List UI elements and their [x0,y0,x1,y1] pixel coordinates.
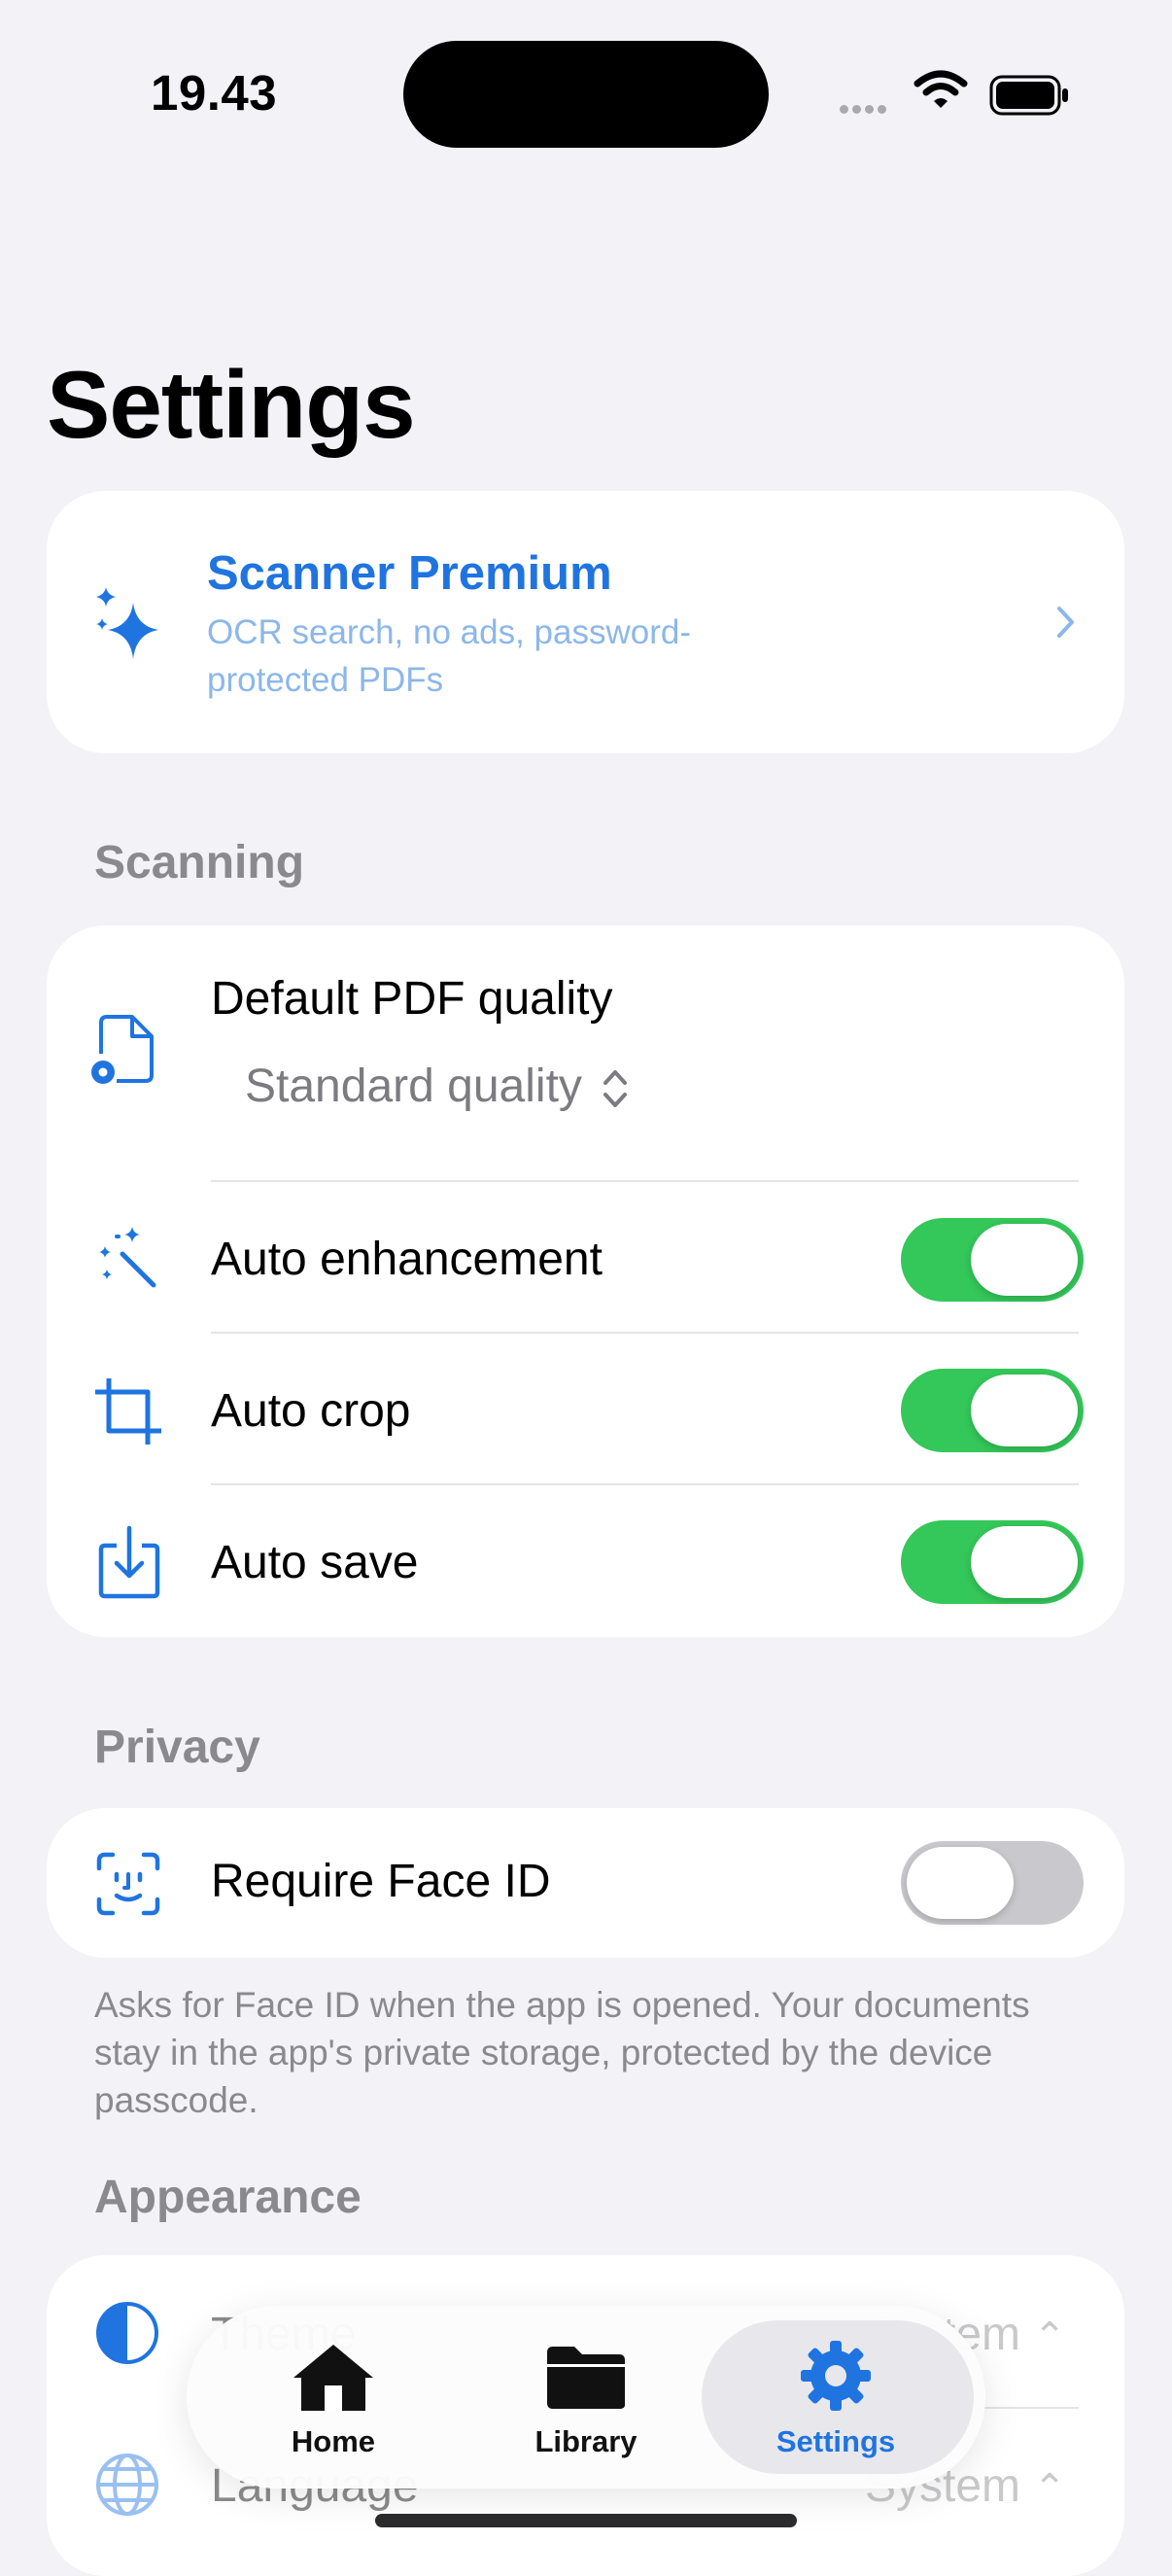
chevron-up-down-icon [603,1070,628,1108]
tab-library[interactable]: Library [489,2333,683,2469]
house-icon [293,2345,373,2411]
magic-wand-icon [99,1227,156,1288]
tab-library-label: Library [534,2424,638,2458]
toggle-knob [971,1224,1078,1296]
auto-save-toggle[interactable] [901,1520,1084,1604]
section-header-appearance: Appearance [94,2172,362,2223]
crop-icon [95,1378,161,1445]
privacy-footnote: Asks for Face ID when the app is opened.… [94,1985,1030,2120]
page-title: Settings [47,351,416,458]
chevron-up-down-icon: ⌃ [1033,2315,1066,2358]
chevron-right-icon [1057,607,1074,638]
toggle-knob [971,1375,1078,1446]
tab-settings[interactable]: Settings [739,2333,933,2469]
folder-icon [547,2347,625,2409]
require-face-id-label: Require Face ID [211,1856,551,1907]
save-download-icon [98,1525,160,1599]
pdf-quality-picker[interactable]: Standard quality [245,1060,630,1113]
toggle-knob [907,1847,1014,1919]
tab-home[interactable]: Home [236,2333,431,2469]
auto-save-label: Auto save [211,1537,419,1588]
status-time: 19.43 [151,65,278,121]
tab-home-label: Home [291,2424,376,2458]
auto-crop-toggle[interactable] [901,1369,1084,1452]
theme-contrast-icon [96,2302,158,2364]
toggle-knob [971,1526,1078,1598]
premium-title: Scanner Premium [207,547,612,600]
require-face-id-toggle[interactable] [901,1841,1084,1925]
divider [211,1332,1079,1334]
auto-crop-label: Auto crop [211,1385,411,1437]
auto-enhancement-toggle[interactable] [901,1218,1084,1302]
face-id-icon [96,1852,160,1916]
battery-icon [989,75,1068,116]
divider [211,1180,1079,1182]
cellular-signal-icon [840,101,890,119]
auto-enhancement-label: Auto enhancement [211,1234,603,1285]
divider [211,1483,1079,1485]
pdf-quality-value: Standard quality [245,1061,582,1112]
home-indicator [375,2514,797,2527]
sparkles-icon [96,587,158,659]
document-settings-icon [91,1015,154,1084]
globe-icon [96,2454,158,2516]
pdf-quality-label: Default PDF quality [211,973,613,1025]
wifi-icon [913,70,968,108]
gear-icon [801,2341,871,2411]
tab-settings-label: Settings [776,2424,896,2458]
dynamic-island [403,41,769,148]
chevron-up-down-icon: ⌃ [1033,2467,1066,2510]
section-header-privacy: Privacy [94,1722,260,1773]
section-header-scanning: Scanning [94,837,305,888]
premium-subtitle: OCR search, no ads, password-protected P… [207,613,691,699]
